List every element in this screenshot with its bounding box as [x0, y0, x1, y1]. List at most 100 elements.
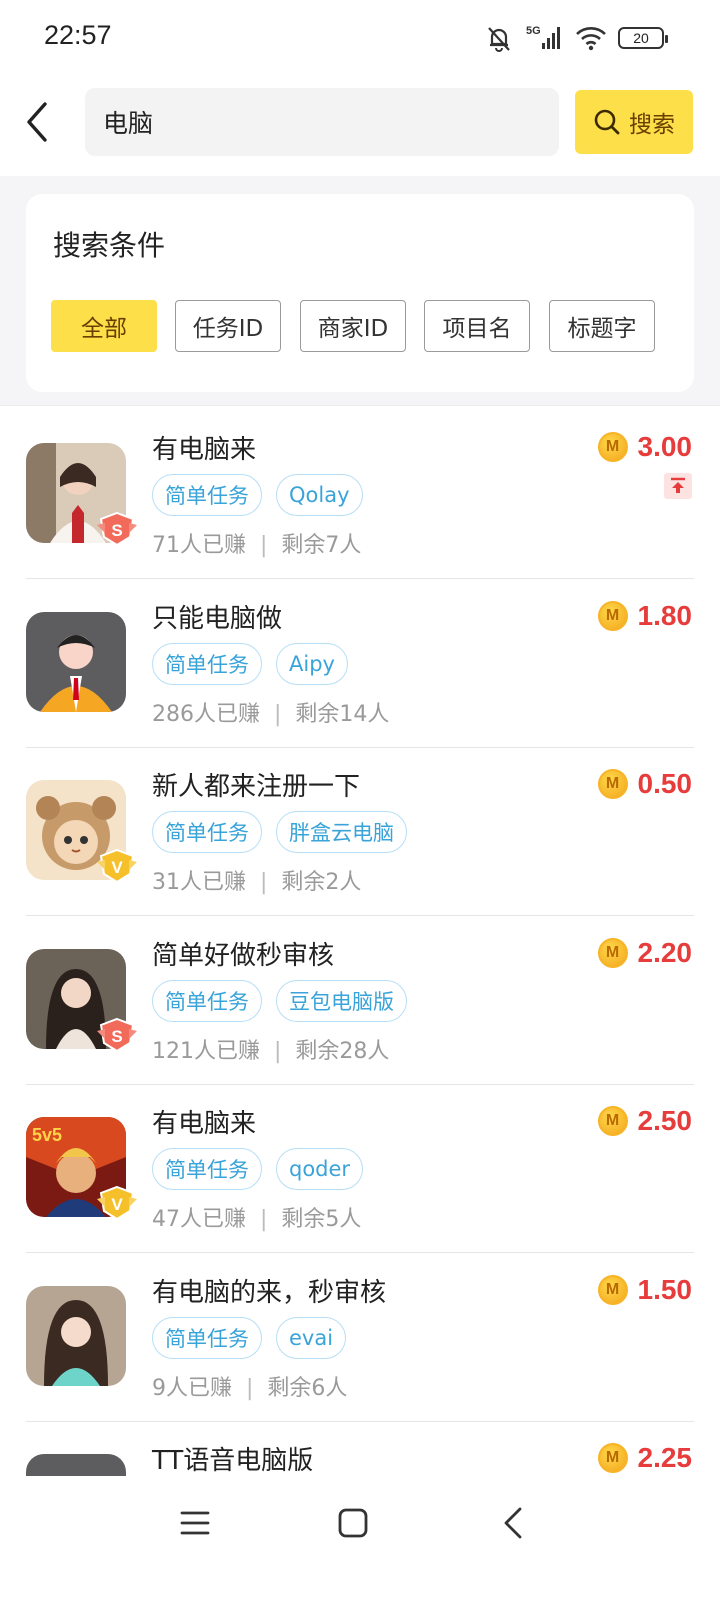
remaining-count: 剩余5人	[281, 1207, 362, 1232]
task-title: 新人都来注册一下	[152, 772, 361, 802]
task-tag[interactable]: 简单任务	[152, 642, 262, 685]
task-price: M 0.50	[597, 768, 693, 800]
shield-s-badge-icon: S	[97, 511, 137, 547]
task-row[interactable]: V 新人都来注册一下简单任务 胖盒云电脑 31人已赚 | 剩余2人 M 0.50	[0, 744, 720, 916]
coin-icon: M	[597, 432, 628, 462]
task-row[interactable]: 5v5 V 有电脑来 简单任务 qoder 47人已赚 | 剩余5人 M 2.50	[0, 1081, 720, 1253]
task-title: 有电脑的来，秒审核	[152, 1277, 387, 1308]
task-tags: 简单任务 Aipy	[152, 642, 348, 685]
earned-count: 9人已赚	[152, 1375, 232, 1401]
earned-count: 31人已赚	[152, 870, 246, 895]
task-tags: 简单任务 qoder	[152, 1148, 364, 1190]
avatar	[26, 1285, 126, 1386]
filter-title: 搜索条件	[53, 229, 166, 262]
task-tag[interactable]: Qolay	[276, 474, 363, 516]
price-amount: 0.50	[637, 768, 693, 799]
task-tags: 简单任务 Qolay	[152, 474, 363, 516]
svg-text:V: V	[111, 858, 123, 877]
task-price: M 2.25	[597, 1442, 693, 1474]
stats-divider: |	[274, 1038, 282, 1064]
price-amount: 2.20	[637, 936, 693, 968]
mute-bell-icon	[488, 27, 510, 52]
task-tag[interactable]: 豆包电脑版	[276, 979, 407, 1022]
coin-icon: M	[597, 1106, 628, 1136]
task-tag[interactable]: Aipy	[276, 642, 348, 685]
earned-count: 121人已赚	[152, 1038, 260, 1064]
svg-text:5v5: 5v5	[32, 1125, 62, 1145]
task-price: M 2.50	[597, 1105, 693, 1137]
task-title: 只能电脑做	[152, 603, 283, 634]
task-price: M 1.80	[597, 599, 693, 632]
task-list[interactable]: S 有电脑来 简单任务 Qolay 71人已赚 | 剩余7人 M 3.00 只能电脑做 简单任务 Ai…	[0, 407, 720, 1505]
coin-icon: M	[597, 600, 628, 631]
task-stats: 47人已赚 | 剩余5人	[152, 1201, 361, 1233]
remaining-count: 剩余2人	[281, 870, 362, 895]
price-amount: 1.50	[637, 1273, 693, 1305]
task-stats: 9人已赚 | 剩余6人	[152, 1370, 347, 1402]
system-nav-bar	[0, 1476, 720, 1600]
pin-top-icon	[664, 473, 692, 499]
search-button[interactable]: 搜索	[575, 90, 693, 154]
task-stats: 31人已赚 | 剩余2人	[152, 864, 361, 896]
wifi-icon	[576, 27, 606, 51]
back-button[interactable]	[14, 94, 60, 150]
battery-level: 20	[633, 30, 649, 46]
system-back-button[interactable]	[473, 1498, 553, 1548]
shield-s-badge-icon: S	[97, 1017, 137, 1052]
task-row[interactable]: S 有电脑来 简单任务 Qolay 71人已赚 | 剩余7人 M 3.00	[0, 407, 720, 579]
status-time: 22:57	[44, 20, 112, 50]
task-stats: 286人已赚 | 剩余14人	[152, 696, 389, 728]
earned-count: 71人已赚	[152, 533, 246, 558]
task-tag[interactable]: 简单任务	[152, 1148, 262, 1190]
svg-text:S: S	[111, 1027, 122, 1046]
remaining-count: 剩余6人	[267, 1375, 348, 1401]
shield-v-badge-icon: V	[97, 1185, 137, 1221]
search-input[interactable]: 电脑	[85, 88, 559, 156]
avatar-image	[26, 611, 126, 712]
price-amount: 2.50	[637, 1105, 693, 1136]
task-tag[interactable]: 胖盒云电脑	[276, 811, 407, 853]
network-label: 5G	[526, 25, 541, 37]
home-button[interactable]	[313, 1498, 393, 1548]
task-price: M 3.00	[597, 431, 692, 463]
task-row[interactable]: 只能电脑做简单任务 Aipy 286人已赚 | 剩余14人 M 1.80	[0, 576, 720, 748]
search-icon	[594, 109, 620, 135]
filter-chip-3[interactable]: 项目名	[424, 300, 530, 352]
stats-divider: |	[260, 533, 268, 558]
coin-icon: M	[597, 769, 628, 799]
task-tag[interactable]: 简单任务	[152, 474, 262, 516]
price-amount: 2.25	[637, 1442, 693, 1473]
task-row[interactable]: 有电脑的来，秒审核简单任务 evai 9人已赚 | 剩余6人 M 1.50	[0, 1250, 720, 1422]
filter-chip-1[interactable]: 任务ID	[175, 300, 281, 352]
filter-chip-4[interactable]: 标题字	[549, 300, 655, 352]
signal-5g-icon: 5G	[526, 25, 560, 49]
task-tags: 简单任务 胖盒云电脑	[152, 811, 407, 853]
chevron-left-icon	[27, 102, 47, 142]
task-title: TT语音电脑版	[152, 1446, 314, 1476]
task-tag[interactable]: 简单任务	[152, 1316, 262, 1359]
battery-icon: 20	[618, 27, 668, 49]
price-amount: 1.80	[637, 599, 693, 631]
stats-divider: |	[246, 1375, 254, 1401]
task-tag[interactable]: evai	[276, 1316, 347, 1359]
status-bar: 22:57 5G 20	[0, 0, 720, 76]
task-tag[interactable]: 简单任务	[152, 979, 262, 1022]
filter-chip-0[interactable]: 全部	[51, 300, 157, 352]
task-tag[interactable]: 简单任务	[152, 811, 262, 853]
task-stats: 71人已赚 | 剩余7人	[152, 527, 361, 559]
avatar	[26, 611, 126, 712]
shield-v-badge-icon: V	[97, 848, 137, 884]
earned-count: 47人已赚	[152, 1207, 246, 1232]
task-row[interactable]: S 简单好做秒审核 简单任务 豆包电脑版 121人已赚 | 剩余28人 M 2.20	[0, 913, 720, 1085]
coin-icon: M	[597, 1443, 628, 1473]
filter-chip-2[interactable]: 商家ID	[300, 300, 406, 352]
stats-divider: |	[274, 701, 282, 727]
coin-icon: M	[597, 1274, 628, 1305]
task-price: M 1.50	[597, 1273, 693, 1306]
stats-divider: |	[260, 870, 268, 895]
svg-text:V: V	[111, 1195, 123, 1214]
task-tag[interactable]: qoder	[276, 1148, 364, 1190]
svg-text:S: S	[111, 521, 122, 540]
search-input-value: 电脑	[103, 109, 154, 138]
menu-button[interactable]	[155, 1498, 235, 1548]
